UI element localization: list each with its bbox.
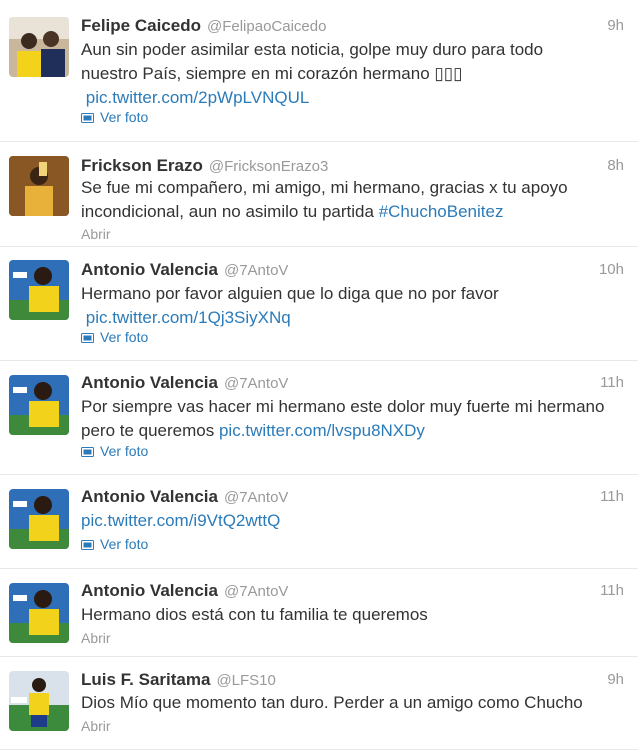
tweet-media-link[interactable]: pic.twitter.com/2pWpLVNQUL: [86, 88, 310, 107]
avatar[interactable]: [9, 260, 69, 320]
author-name[interactable]: Antonio Valencia: [81, 487, 218, 506]
tweet-feed: Felipe Caicedo @FelipaoCaicedo 9h Aun sin…: [0, 0, 640, 752]
author-name[interactable]: Frickson Erazo: [81, 156, 203, 175]
author-handle[interactable]: @7AntoV: [224, 375, 288, 392]
tweet-timestamp[interactable]: 11h: [600, 488, 624, 505]
author-name[interactable]: Antonio Valencia: [81, 581, 218, 600]
author-name[interactable]: Antonio Valencia: [81, 373, 218, 392]
tweet-text-line: Hermano dios está con tu familia te quer…: [81, 605, 428, 624]
tweet-text: pic.twitter.com/i9VtQ2wttQ: [81, 509, 621, 533]
avatar[interactable]: [9, 671, 69, 731]
tweet-author[interactable]: Felipe Caicedo @FelipaoCaicedo: [81, 16, 326, 36]
tweet-timestamp[interactable]: 11h: [600, 374, 624, 391]
view-photo-label[interactable]: Ver foto: [100, 536, 148, 552]
photo-icon: [81, 537, 94, 550]
tweet-text: Por siempre vas hacer mi hermano este do…: [81, 395, 621, 443]
tweet-author[interactable]: Antonio Valencia @7AntoV: [81, 581, 288, 601]
author-handle[interactable]: @7AntoV: [224, 583, 288, 600]
tweet-text-line: Aun sin poder asimilar esta noticia, gol…: [81, 40, 544, 59]
tweet-author[interactable]: Antonio Valencia @7AntoV: [81, 373, 288, 393]
avatar[interactable]: [9, 583, 69, 643]
tweet-item[interactable]: Luis F. Saritama @LFS10 9h Dios Mío que m…: [0, 657, 638, 750]
author-handle[interactable]: @7AntoV: [224, 262, 288, 279]
avatar[interactable]: [9, 489, 69, 549]
tweet-item[interactable]: Antonio Valencia @7AntoV 10h Hermano por …: [0, 247, 638, 361]
tweet-text: Hermano por favor alguien que lo diga qu…: [81, 282, 621, 330]
author-handle[interactable]: @7AntoV: [224, 489, 288, 506]
tweet-media-link[interactable]: pic.twitter.com/i9VtQ2wttQ: [81, 511, 280, 530]
tweet-item[interactable]: Felipe Caicedo @FelipaoCaicedo 9h Aun sin…: [0, 0, 638, 142]
photo-icon: [81, 330, 94, 343]
view-photo-button[interactable]: Ver foto: [81, 109, 148, 125]
tweet-timestamp[interactable]: 11h: [600, 582, 624, 599]
author-handle[interactable]: @FelipaoCaicedo: [207, 18, 326, 35]
photo-icon: [81, 110, 94, 123]
tweet-item[interactable]: Antonio Valencia @7AntoV 11h Por siempre …: [0, 361, 638, 475]
open-tweet-button[interactable]: Abrir: [81, 226, 111, 242]
tweet-text: Dios Mío que momento tan duro. Perder a …: [81, 691, 621, 715]
open-tweet-button[interactable]: Abrir: [81, 630, 111, 646]
tweet-author[interactable]: Frickson Erazo @FricksonErazo3: [81, 156, 328, 176]
author-name[interactable]: Antonio Valencia: [81, 260, 218, 279]
avatar[interactable]: [9, 156, 69, 216]
tweet-text-line: Se fue mi compañero, mi amigo, mi herman…: [81, 178, 568, 197]
view-photo-label[interactable]: Ver foto: [100, 443, 148, 459]
hashtag-link[interactable]: #ChuchoBenitez: [379, 202, 504, 221]
tweet-item[interactable]: Antonio Valencia @7AntoV 11h pic.twitter.…: [0, 475, 638, 569]
tweet-media-link[interactable]: pic.twitter.com/lvspu8NXDy: [219, 421, 425, 440]
tweet-text-line: incondicional, aun no asimilo tu partida: [81, 202, 379, 221]
tweet-item[interactable]: Frickson Erazo @FricksonErazo3 8h Se fue …: [0, 142, 638, 247]
author-name[interactable]: Felipe Caicedo: [81, 16, 201, 35]
tweet-author[interactable]: Antonio Valencia @7AntoV: [81, 487, 288, 507]
open-tweet-button[interactable]: Abrir: [81, 718, 111, 734]
tweet-text-line: Por siempre vas hacer mi hermano este do…: [81, 397, 605, 416]
tweet-text-line: Hermano por favor alguien que lo diga qu…: [81, 284, 499, 303]
view-photo-button[interactable]: Ver foto: [81, 443, 148, 459]
view-photo-label[interactable]: Ver foto: [100, 109, 148, 125]
tweet-text-line: Dios Mío que momento tan duro. Perder a …: [81, 693, 583, 712]
view-photo-label[interactable]: Ver foto: [100, 329, 148, 345]
tweet-item[interactable]: Antonio Valencia @7AntoV 11h Hermano dios…: [0, 569, 638, 657]
tweet-timestamp[interactable]: 10h: [599, 261, 624, 278]
tweet-text: Se fue mi compañero, mi amigo, mi herman…: [81, 176, 621, 224]
tweet-text: Hermano dios está con tu familia te quer…: [81, 603, 621, 627]
tweet-timestamp[interactable]: 9h: [607, 17, 624, 34]
tweet-media-link[interactable]: pic.twitter.com/1Qj3SiyXNq: [86, 308, 291, 327]
view-photo-button[interactable]: Ver foto: [81, 536, 148, 552]
avatar[interactable]: [9, 375, 69, 435]
author-name[interactable]: Luis F. Saritama: [81, 670, 210, 689]
author-handle[interactable]: @LFS10: [216, 672, 275, 689]
photo-icon: [81, 444, 94, 457]
avatar[interactable]: [9, 17, 69, 77]
tweet-text-line: nuestro País, siempre en mi corazón herm…: [81, 64, 463, 83]
tweet-author[interactable]: Luis F. Saritama @LFS10: [81, 670, 276, 690]
author-handle[interactable]: @FricksonErazo3: [209, 158, 328, 175]
tweet-text-line: pero te queremos: [81, 421, 219, 440]
view-photo-button[interactable]: Ver foto: [81, 329, 148, 345]
tweet-text: Aun sin poder asimilar esta noticia, gol…: [81, 38, 621, 110]
tweet-author[interactable]: Antonio Valencia @7AntoV: [81, 260, 288, 280]
tweet-timestamp[interactable]: 9h: [607, 671, 624, 688]
tweet-timestamp[interactable]: 8h: [607, 157, 624, 174]
